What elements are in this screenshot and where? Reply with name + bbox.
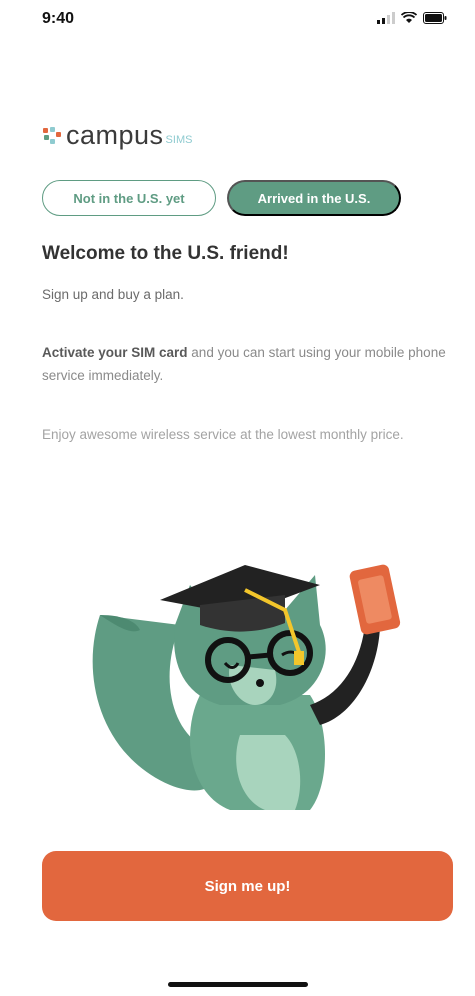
activate-text: Activate your SIM card and you can start… [42, 341, 452, 387]
not-in-us-yet-tab[interactable]: Not in the U.S. yet [42, 180, 216, 216]
welcome-title: Welcome to the U.S. friend! [42, 243, 289, 264]
enjoy-text: Enjoy awesome wireless service at the lo… [42, 427, 404, 442]
battery-icon [423, 12, 447, 24]
status-time: 9:40 [42, 10, 75, 27]
wifi-icon [401, 12, 417, 23]
logo-text: campus [66, 120, 164, 150]
signup-text: Sign up and buy a plan. [42, 287, 184, 302]
sign-me-up-button[interactable]: Sign me up! [42, 851, 453, 921]
status-icons [377, 12, 447, 24]
graduate-fox-mascot-illustration [92, 564, 401, 810]
activate-bold-text: Activate your SIM card [42, 345, 188, 360]
logo-suffix: SIMS [165, 133, 193, 146]
arrived-in-us-tab[interactable]: Arrived in the U.S. [227, 180, 401, 216]
status-bar: 9:40 [0, 0, 475, 40]
logo-mark-icon [43, 126, 61, 144]
home-indicator [168, 982, 308, 987]
signal-icon [377, 12, 395, 24]
brand-logo: campus SIMS [42, 120, 192, 151]
